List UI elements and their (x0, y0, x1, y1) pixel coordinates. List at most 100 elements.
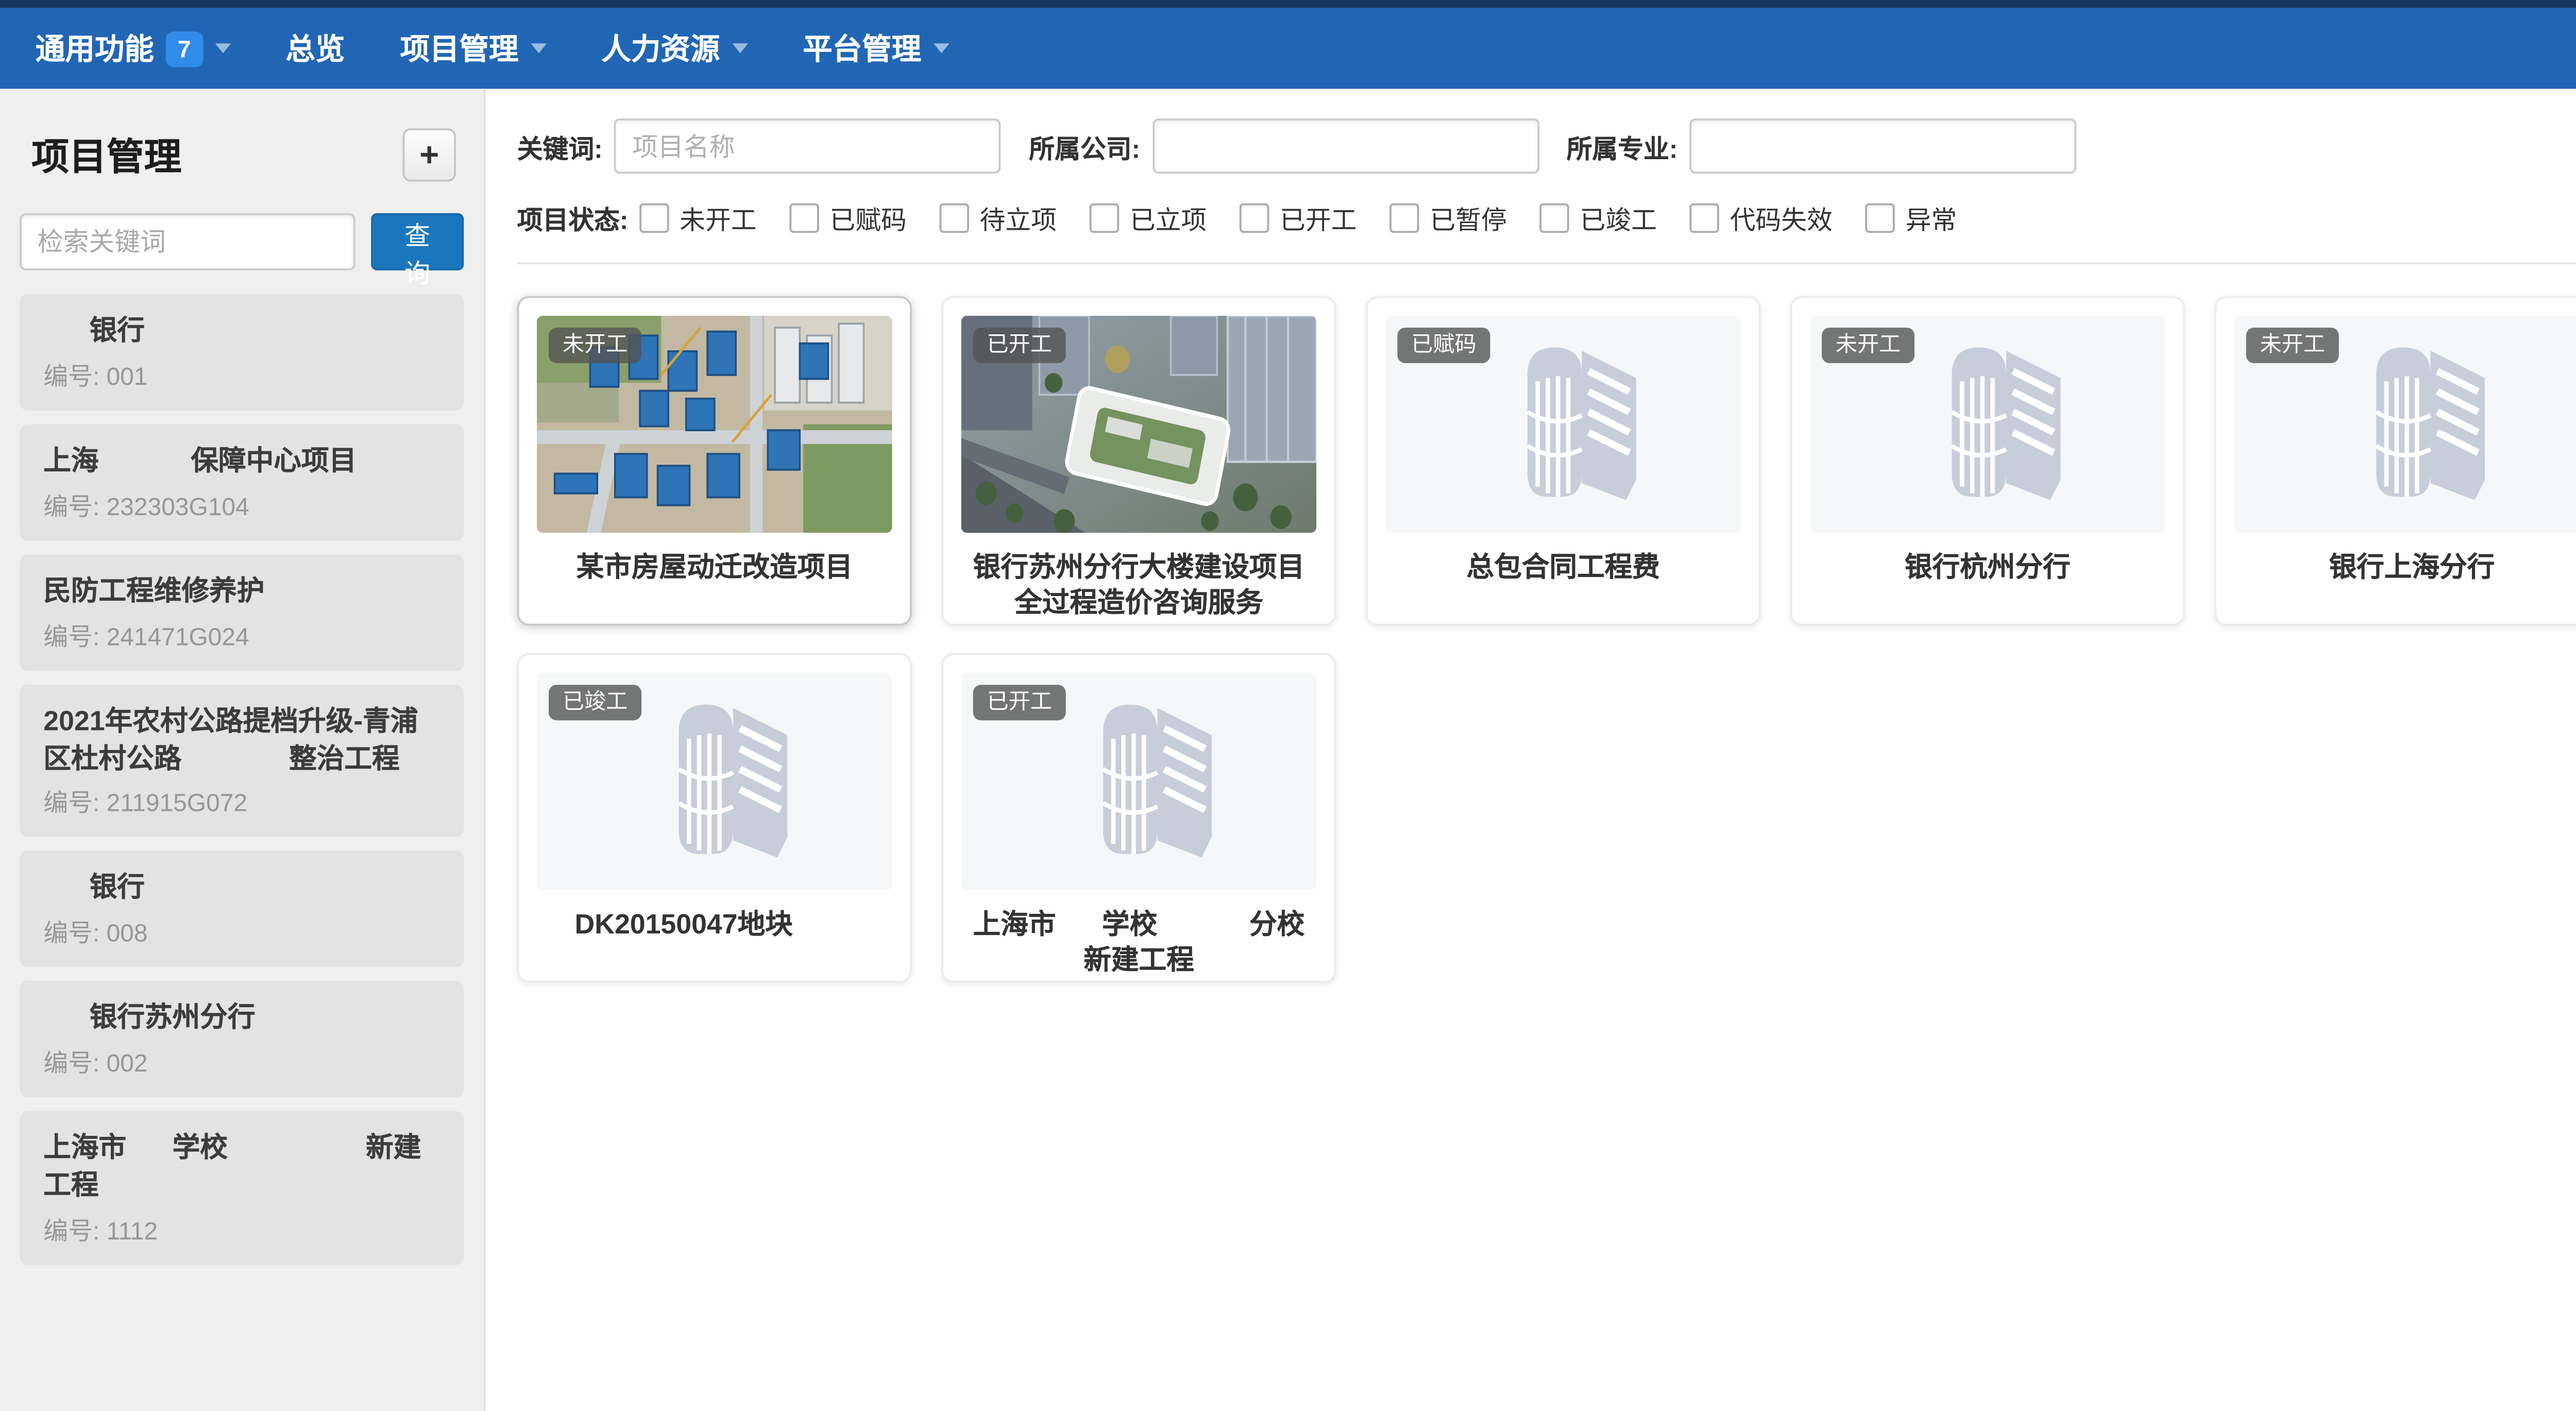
company-label: 所属公司: (1029, 127, 1140, 165)
chevron-down-icon (531, 43, 547, 53)
status-checkbox[interactable] (790, 203, 820, 233)
project-card[interactable]: 已竣工 DK20150047地块 (517, 653, 912, 983)
project-status-badge: 未开工 (549, 328, 641, 364)
project-code: 编号: 211915G072 (43, 783, 440, 820)
project-name: 民防工程维修养护 (43, 572, 440, 609)
project-card-title: 银行苏州分行大楼建设项目全过程造价咨询服务 (961, 549, 1317, 622)
keyword-label: 关键词: (517, 127, 603, 165)
status-checkbox[interactable] (940, 203, 970, 233)
status-option[interactable]: 已暂停 (1391, 199, 1507, 237)
status-option-label: 代码失效 (1730, 199, 1833, 237)
project-name: 上海市 学校 新建工程 (43, 1129, 440, 1204)
project-card-grid: 未开工某市房屋动迁改造项目 已开工银行苏州分行 (517, 264, 2576, 982)
sidebar-project-item[interactable]: 银行编号: 008 (20, 852, 464, 968)
nav-item-label: 平台管理 (803, 28, 921, 69)
project-status-badge: 已开工 (973, 685, 1066, 721)
project-card-image: 未开工 (537, 316, 892, 533)
status-option[interactable]: 待立项 (940, 199, 1057, 237)
nav-item-general-functions[interactable]: 通用功能7 (8, 8, 258, 89)
nav-item-label: 人力资源 (601, 28, 720, 69)
project-status-badge: 未开工 (1822, 328, 1914, 364)
sidebar-project-item[interactable]: 上海 保障中心项目编号: 232303G104 (20, 424, 464, 540)
status-checkbox[interactable] (1540, 203, 1570, 233)
status-option[interactable]: 未开工 (640, 199, 757, 237)
sidebar-project-item[interactable]: 2021年农村公路提档升级-青浦区杜村公路 整治工程编号: 211915G072 (20, 684, 464, 838)
project-card[interactable]: 已开工上海市 学校 分校 新建工程 (941, 653, 1336, 983)
project-card-image: 已开工 (961, 673, 1317, 890)
project-card-title: 银行杭州分行 (1810, 549, 2165, 585)
project-name: 银行 (43, 312, 440, 349)
status-checkbox[interactable] (1866, 203, 1895, 233)
status-option[interactable]: 已赋码 (790, 199, 907, 237)
status-checkbox[interactable] (1090, 203, 1120, 233)
main-content: 关键词: 所属公司: 所属专业: (485, 89, 2576, 982)
status-option[interactable]: 已竣工 (1540, 199, 1657, 237)
status-checkbox[interactable] (640, 203, 670, 233)
status-option-label: 待立项 (980, 199, 1057, 237)
project-card-image: 未开工 (1810, 316, 2165, 533)
top-navbar: 通用功能7 总览项目管理人力资源 平台管理 (0, 0, 2576, 89)
project-status-badge: 已开工 (973, 328, 1066, 364)
sidebar-search-input[interactable] (20, 213, 355, 270)
status-filter-row: 项目状态: 未开工已赋码待立项已立项已开工已暂停已竣工代码失效异常 相关项目共8… (517, 199, 2576, 237)
status-option-label: 已竣工 (1580, 199, 1656, 237)
sidebar-project-item[interactable]: 银行苏州分行编号: 002 (20, 981, 464, 1098)
sidebar-add-button[interactable]: + (403, 128, 456, 181)
nav-item-platform-management[interactable]: 平台管理 (775, 8, 977, 89)
status-checkbox-list: 未开工已赋码 待立项已立项 已开工 已暂停 已竣工 代码失效异常 (640, 199, 1991, 237)
project-code: 编号: 002 (43, 1043, 440, 1080)
project-management-app: 通用功能7 总览项目管理人力资源 平台管理 项目管理 + 查询 银行编号: 001 上… (0, 0, 2576, 1411)
project-code: 编号: 008 (43, 912, 440, 950)
project-name: 上海 保障中心项目 (43, 442, 440, 479)
status-checkbox[interactable] (1240, 203, 1269, 233)
project-card[interactable]: 已赋码总包合同工程费 (1366, 296, 1760, 626)
project-card[interactable]: 已开工银行苏州分行大楼建设项目全过程造价咨询服务 (941, 296, 1336, 626)
keyword-input[interactable] (615, 118, 1002, 174)
status-option[interactable]: 已开工 (1240, 199, 1357, 237)
project-code: 编号: 232303G104 (43, 485, 440, 523)
chevron-down-icon (732, 43, 748, 53)
sidebar-project-list: 银行编号: 001 上海 保障中心项目编号: 232303G104 民防工程维修养护… (0, 294, 484, 1265)
project-status-badge: 已赋码 (1397, 328, 1490, 364)
status-option[interactable]: 异常 (1866, 199, 1957, 237)
project-name: 银行 (43, 869, 440, 906)
sidebar-project-item[interactable]: 上海市 学校 新建工程编号: 1112 (20, 1112, 464, 1265)
project-card-image: 已赋码 (1385, 316, 1741, 533)
sidebar-query-button[interactable]: 查询 (371, 213, 464, 270)
project-card[interactable]: 未开工某市房屋动迁改造项目 (517, 296, 912, 626)
major-input[interactable] (1689, 118, 2076, 174)
filter-row: 关键词: 所属公司: 所属专业: (517, 118, 2576, 174)
major-label: 所属专业: (1567, 127, 1678, 165)
nav-item-human-resources[interactable]: 人力资源 (574, 8, 775, 89)
project-card-title: 银行上海分行 (2234, 549, 2576, 585)
project-code: 编号: 241471G024 (43, 615, 440, 653)
chevron-down-icon (933, 43, 949, 53)
project-status-badge: 未开工 (2246, 328, 2339, 364)
project-card-title: DK20150047地块 (537, 906, 892, 942)
status-option-label: 已暂停 (1430, 199, 1506, 237)
project-name: 银行苏州分行 (43, 999, 440, 1036)
project-card-image: 已开工 (961, 316, 1317, 533)
status-label: 项目状态: (517, 199, 629, 237)
nav-item-overview[interactable]: 总览 (258, 8, 372, 89)
status-checkbox[interactable] (1391, 203, 1420, 233)
nav-item-label: 总览 (285, 28, 345, 69)
project-card-image: 已竣工 (537, 673, 892, 890)
nav-count-badge: 7 (166, 30, 203, 66)
project-status-badge: 已竣工 (549, 685, 641, 721)
chevron-down-icon (214, 43, 230, 53)
status-option[interactable]: 代码失效 (1690, 199, 1833, 237)
nav-item-project-management[interactable]: 项目管理 (372, 8, 574, 89)
sidebar-project-item[interactable]: 民防工程维修养护编号: 241471G024 (20, 554, 464, 671)
status-checkbox[interactable] (1690, 203, 1720, 233)
status-option-label: 已开工 (1280, 199, 1357, 237)
company-input[interactable] (1152, 118, 1539, 174)
status-option-label: 未开工 (680, 199, 756, 237)
project-card-title: 总包合同工程费 (1385, 549, 1741, 585)
status-option[interactable]: 已立项 (1090, 199, 1207, 237)
sidebar-project-item[interactable]: 银行编号: 001 (20, 294, 464, 411)
sidebar: 项目管理 + 查询 银行编号: 001上海 保障中心项目编号: 232303G1… (0, 89, 485, 1411)
project-card[interactable]: 未开工银行上海分行 (2214, 296, 2576, 626)
project-card[interactable]: 未开工银行杭州分行 (1790, 296, 2185, 626)
project-card-image: 未开工 (2234, 316, 2576, 533)
